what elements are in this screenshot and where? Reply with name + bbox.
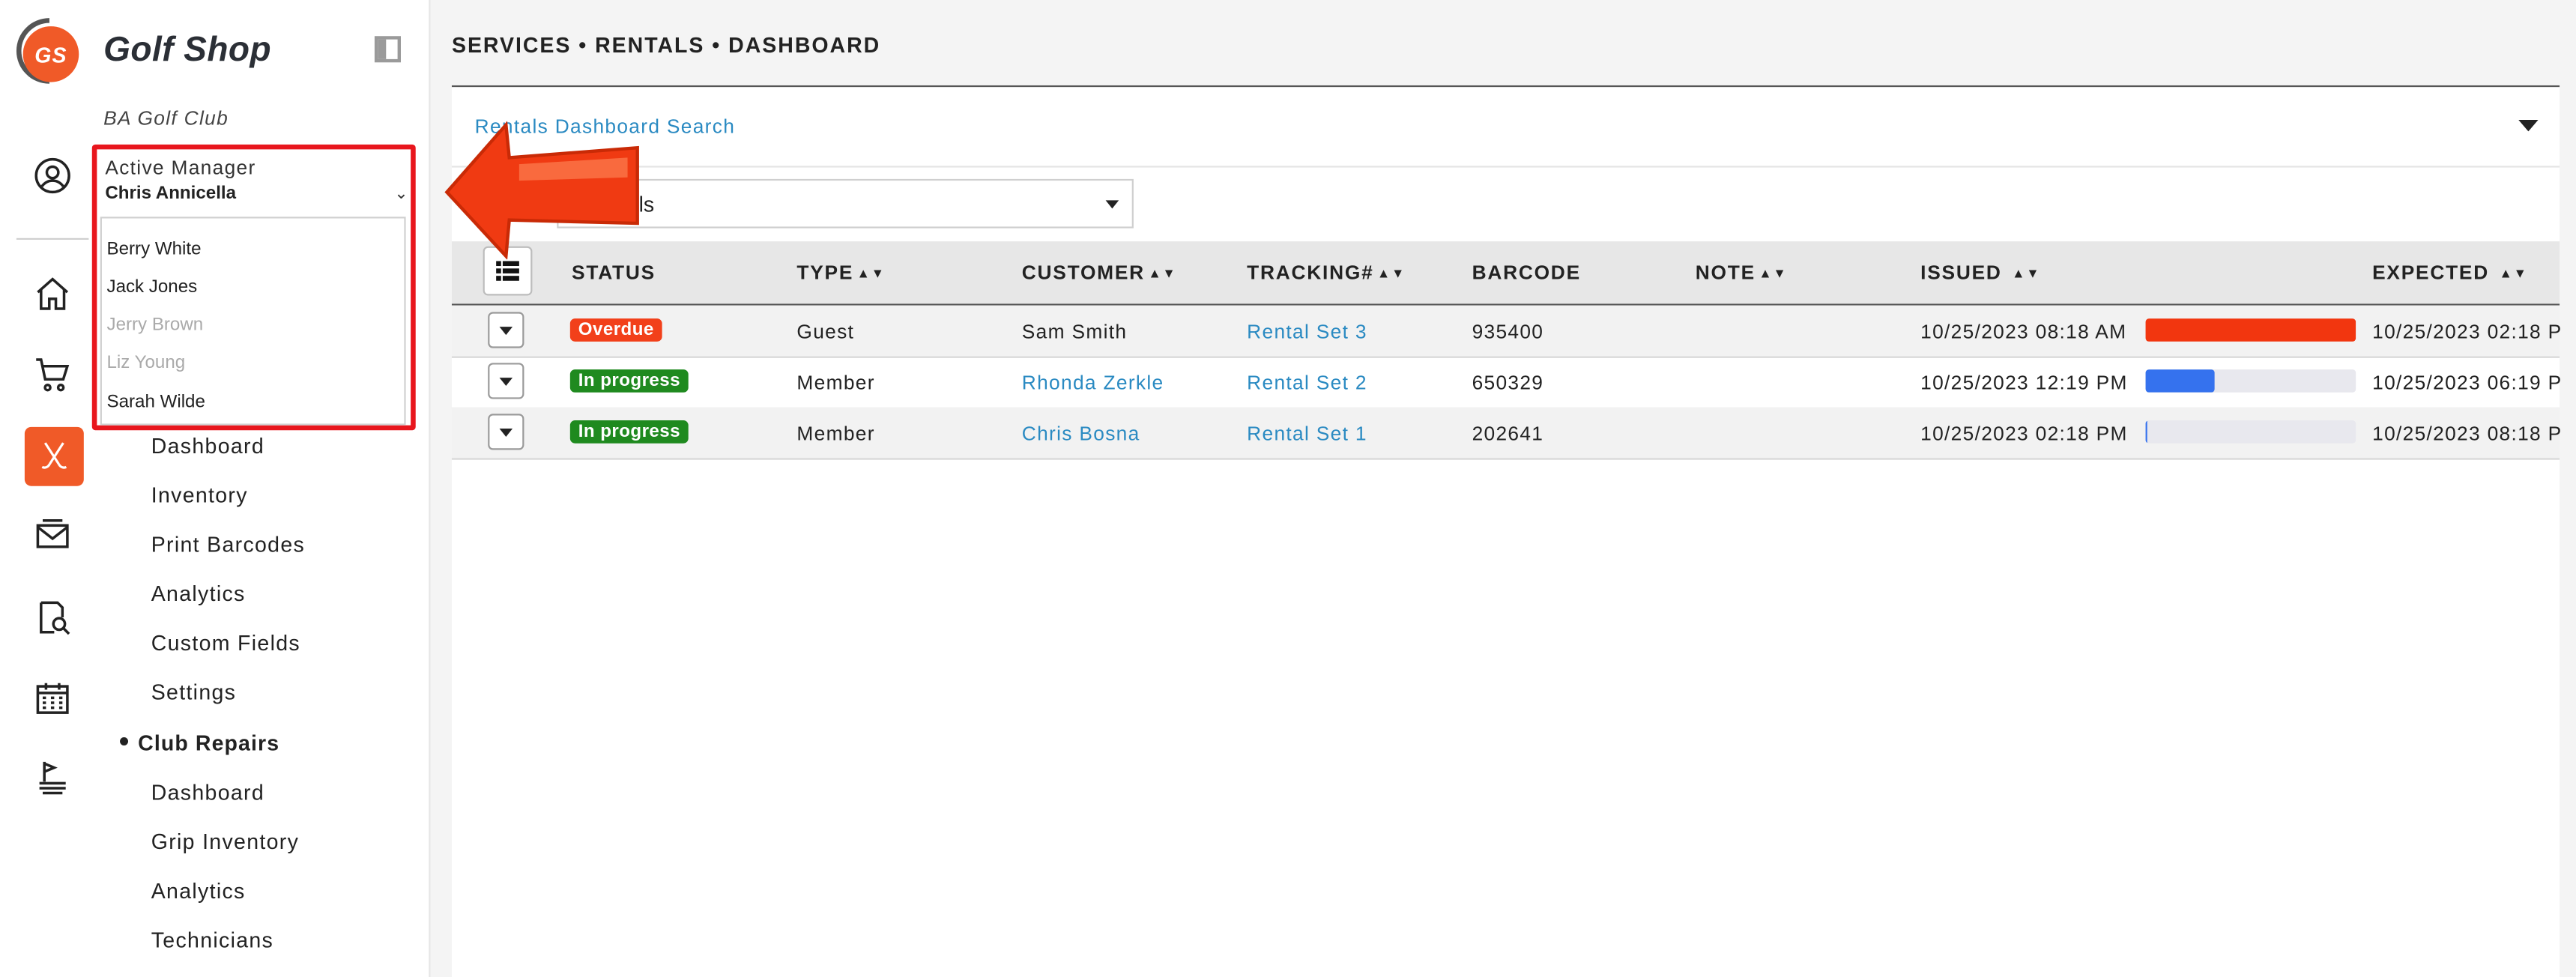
nav-rentals-analytics[interactable]: Analytics (151, 581, 246, 606)
breadcrumb: SERVICES • RENTALS • DASHBOARD (451, 32, 881, 58)
rental-progress-bar (2145, 369, 2356, 393)
nav-rentals-custom-fields[interactable]: Custom Fields (151, 631, 300, 656)
column-note[interactable]: NOTE ▲▼ (1696, 261, 1788, 284)
sort-icon: ▲▼ (2012, 266, 2041, 281)
column-barcode: BARCODE (1472, 261, 1581, 285)
expected-cell: 10/25/2023 02:18 P (2372, 320, 2563, 344)
document-search-icon[interactable] (33, 598, 73, 638)
tracking-link[interactable]: Rental Set 2 (1247, 371, 1367, 394)
section-title: Club Repairs (138, 731, 280, 756)
active-manager-dropdown[interactable]: Active Manager Chris Annicella ⌄ Berry W… (91, 144, 416, 431)
home-icon[interactable] (33, 274, 73, 314)
golf-clubs-icon[interactable] (24, 426, 84, 486)
sort-icon: ▲▼ (1759, 266, 1788, 281)
row-expand-button[interactable] (488, 363, 524, 399)
table-row[interactable]: Overdue Guest Sam Smith Rental Set 3 935400 1… (451, 305, 2563, 358)
sidebar-collapse-icon[interactable] (374, 36, 401, 63)
logo-badge: GS (22, 26, 79, 82)
expected-cell: 10/25/2023 08:18 P (2372, 422, 2563, 445)
column-tracking[interactable]: TRACKING# ▲▼ (1247, 261, 1406, 284)
list-icon (496, 261, 519, 281)
nav-repairs-technicians[interactable]: Technicians (151, 928, 273, 952)
issued-cell: 10/25/2023 02:18 PM (1920, 422, 2128, 445)
active-manager-label: Active Manager (105, 156, 256, 179)
column-status: STATUS (572, 261, 656, 285)
manager-options-list: Berry White Jack Jones Jerry Brown Liz Y… (100, 217, 406, 426)
type-cell: Guest (796, 320, 855, 344)
rail-divider (16, 238, 89, 240)
tracking-link[interactable]: Rental Set 1 (1247, 422, 1367, 445)
column-issued[interactable]: ISSUED ▲▼ (1920, 261, 2040, 284)
customer-cell[interactable]: Chris Bosna (1022, 422, 1140, 445)
manager-option-berry-white[interactable]: Berry White (107, 240, 202, 259)
status-badge: In progress (569, 369, 689, 393)
flag-list-icon[interactable] (33, 759, 73, 799)
sort-icon: ▲▼ (856, 266, 886, 281)
status-badge: In progress (569, 420, 689, 444)
expand-triangle-icon[interactable] (2518, 119, 2539, 132)
progress-fill (2145, 318, 2356, 342)
brand-name: Golf Shop (103, 31, 272, 70)
barcode-cell: 935400 (1472, 320, 1544, 344)
table-header: STATUS TYPE ▲▼ CUSTOMER ▲▼ TRACKING# ▲▼ BAR… (451, 241, 2560, 306)
table-row[interactable]: In progress Member Chris Bosna Rental Set 1… (451, 407, 2563, 460)
sort-icon: ▲▼ (1148, 266, 1177, 281)
manager-option-sarah-wilde[interactable]: Sarah Wilde (107, 393, 205, 412)
active-manager-value[interactable]: Chris Annicella (105, 184, 236, 203)
tracking-link[interactable]: Rental Set 3 (1247, 320, 1367, 343)
barcode-cell: 650329 (1472, 371, 1544, 394)
type-cell: Member (796, 371, 875, 394)
caret-down-icon (1105, 200, 1119, 209)
manager-option-jack-jones[interactable]: Jack Jones (107, 277, 198, 297)
nav-rentals-settings[interactable]: Settings (151, 680, 237, 704)
sidebar: GS Golf Shop BA Golf Club Dashboard Inve… (0, 0, 431, 977)
nav-rentals-dashboard[interactable]: Dashboard (151, 434, 264, 459)
issued-cell: 10/25/2023 12:19 PM (1920, 371, 2128, 394)
rental-progress-bar (2145, 318, 2356, 342)
sort-icon: ▲▼ (1376, 266, 1406, 281)
nav-repairs-dashboard[interactable]: Dashboard (151, 780, 264, 805)
nav-section-club-repairs[interactable]: Club Repairs (120, 731, 279, 755)
column-customer[interactable]: CUSTOMER ▲▼ (1022, 261, 1177, 284)
table-row[interactable]: In progress Member Rhonda Zerkle Rental Set… (451, 357, 2563, 409)
barcode-cell: 202641 (1472, 422, 1544, 445)
rentals-dashboard-panel: Rentals Dashboard Search t rentals STATU… (451, 85, 2563, 977)
status-badge: Overdue (569, 318, 662, 342)
row-expand-button[interactable] (488, 414, 524, 450)
nav-rentals-print-barcodes[interactable]: Print Barcodes (151, 532, 305, 557)
type-cell: Member (796, 422, 875, 445)
golf-shop-logo[interactable]: GS (2, 4, 96, 97)
manager-option-jerry-brown: Jerry Brown (106, 315, 204, 336)
user-circle-icon[interactable] (33, 156, 73, 196)
main-content: SERVICES • RENTALS • DASHBOARD Rentals D… (430, 0, 2576, 977)
column-type[interactable]: TYPE ▲▼ (796, 261, 885, 284)
issued-cell: 10/25/2023 08:18 AM (1920, 320, 2127, 344)
nav-repairs-analytics[interactable]: Analytics (151, 879, 246, 904)
calendar-icon[interactable] (33, 678, 73, 718)
progress-fill (2145, 369, 2216, 393)
nav-rentals-inventory[interactable]: Inventory (151, 483, 248, 507)
customer-cell: Sam Smith (1021, 320, 1128, 344)
nav-repairs-grip-inventory[interactable]: Grip Inventory (151, 829, 299, 854)
expected-cell: 10/25/2023 06:19 P (2372, 371, 2563, 394)
mail-icon[interactable] (33, 515, 73, 555)
progress-fill (2145, 420, 2148, 444)
rental-progress-bar (2145, 420, 2356, 444)
manager-option-liz-young: Liz Young (106, 353, 186, 373)
chevron-down-icon[interactable]: ⌄ (394, 186, 408, 204)
customer-cell[interactable]: Rhonda Zerkle (1022, 371, 1164, 394)
column-expected[interactable]: EXPECTED ▲▼ (2372, 261, 2528, 284)
callout-arrow-icon (444, 121, 639, 260)
row-expand-button[interactable] (488, 312, 524, 348)
cart-icon[interactable] (33, 354, 73, 394)
club-name: BA Golf Club (103, 106, 229, 130)
sort-icon: ▲▼ (2499, 266, 2528, 281)
